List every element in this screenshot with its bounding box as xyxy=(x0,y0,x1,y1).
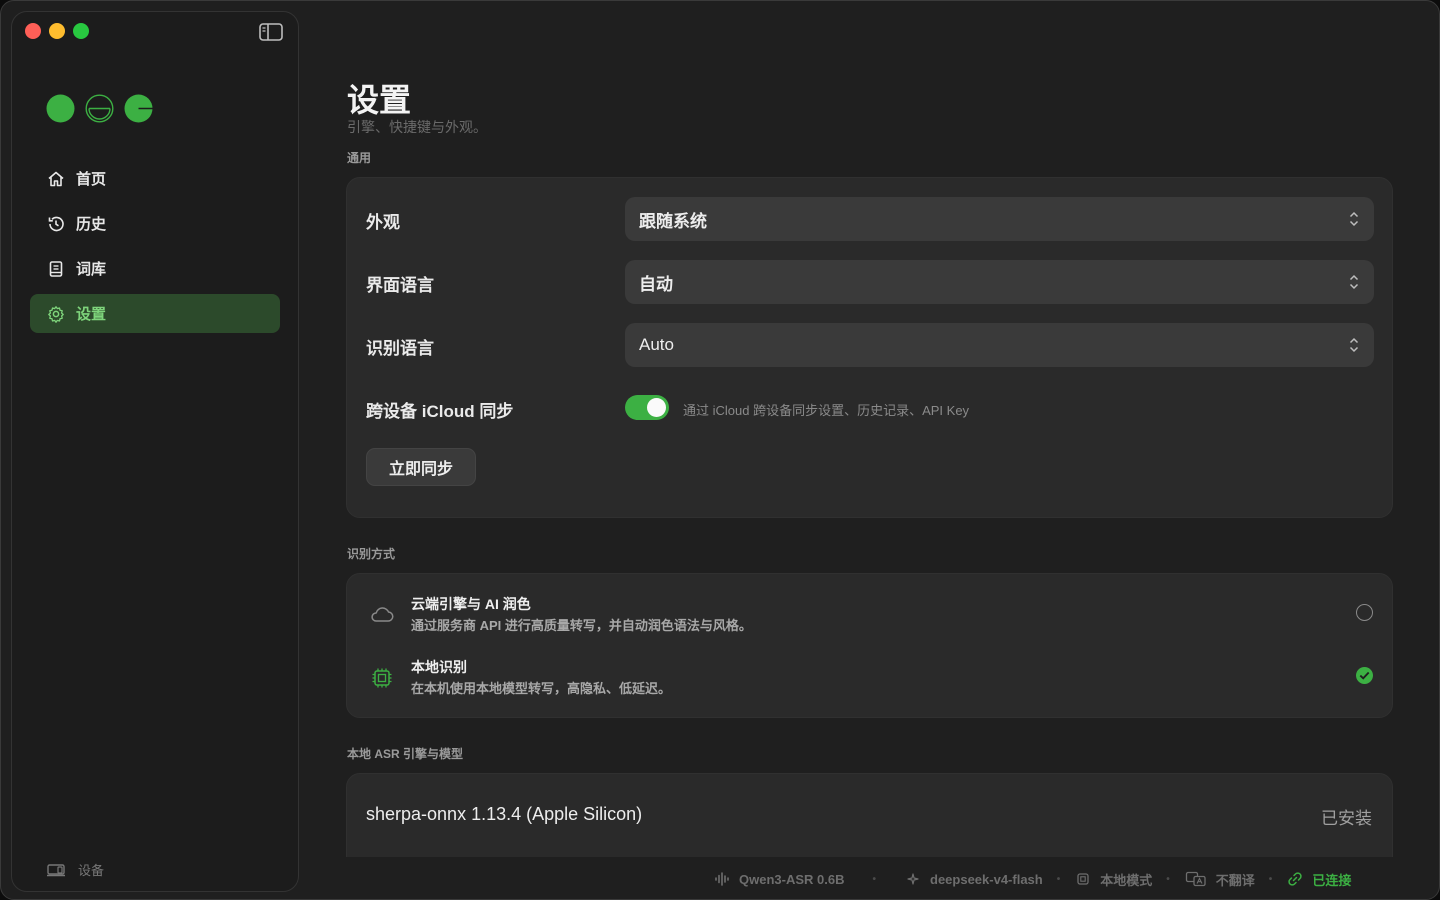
device-label: 设备 xyxy=(78,863,105,878)
device-button[interactable]: 设备 xyxy=(46,860,104,879)
sidebar-nav: 首页 历史 词库 设置 xyxy=(30,159,280,339)
chevron-up-down-icon xyxy=(1348,272,1360,292)
sidebar-item-history[interactable]: 历史 xyxy=(30,204,280,243)
radio-unselected[interactable] xyxy=(1356,604,1373,621)
radio-selected[interactable] xyxy=(1356,667,1373,684)
history-icon xyxy=(46,214,66,234)
logo-dot-full-icon xyxy=(46,94,75,123)
separator-dot: • xyxy=(1166,873,1170,885)
sidebar-item-settings[interactable]: 设置 xyxy=(30,294,280,333)
asr-model-label: Qwen3-ASR 0.6B xyxy=(739,871,845,887)
icloud-sync-description: 通过 iCloud 跨设备同步设置、历史记录、API Key xyxy=(683,403,970,418)
appearance-select[interactable]: 跟随系统 xyxy=(625,197,1374,241)
sidebar-item-label: 词库 xyxy=(76,261,107,278)
status-connection[interactable]: 已连接 xyxy=(1286,870,1351,889)
section-label-local-asr: 本地 ASR 引擎与模型 xyxy=(347,747,464,761)
appearance-value: 跟随系统 xyxy=(639,211,707,231)
section-label-general: 通用 xyxy=(347,151,372,165)
mode-option-local[interactable]: 本地识别 在本机使用本地模型转写，高隐私、低延迟。 xyxy=(347,647,1392,709)
recognition-language-label: 识别语言 xyxy=(366,339,434,358)
sidebar-item-home[interactable]: 首页 xyxy=(30,159,280,198)
icloud-sync-label: 跨设备 iCloud 同步 xyxy=(366,402,514,421)
chevron-up-down-icon xyxy=(1348,335,1360,355)
status-asr-model[interactable]: Qwen3-ASR 0.6B xyxy=(713,871,844,887)
waveform-icon xyxy=(713,871,731,887)
separator-dot: • xyxy=(872,873,876,885)
mode-description: 通过服务商 API 进行高质量转写，并自动润色语法与风格。 xyxy=(411,618,752,633)
mode-title: 本地识别 xyxy=(411,659,467,675)
home-icon xyxy=(46,169,66,189)
sidebar: 首页 历史 词库 设置 设备 xyxy=(11,11,299,892)
translate-icon xyxy=(1184,871,1208,887)
checkmark-icon xyxy=(1359,671,1370,680)
sidebar-item-dictionary[interactable]: 词库 xyxy=(30,249,280,288)
link-icon xyxy=(1286,871,1304,887)
mode-label: 本地模式 xyxy=(1100,872,1153,888)
section-label-recognition-mode: 识别方式 xyxy=(347,547,396,561)
gear-icon xyxy=(46,304,66,324)
mode-description: 在本机使用本地模型转写，高隐私、低延迟。 xyxy=(411,681,672,696)
mode-title: 云端引擎与 AI 润色 xyxy=(411,596,531,612)
asr-engine-status: 已安装 xyxy=(1321,809,1372,828)
separator-dot: • xyxy=(1268,873,1273,885)
general-settings-card: 外观 跟随系统 界面语言 自动 识别语言 Auto 跨设备 iCloud 同步 … xyxy=(346,177,1393,518)
logo-dot-line-icon xyxy=(85,94,114,123)
mode-option-cloud[interactable]: 云端引擎与 AI 润色 通过服务商 API 进行高质量转写，并自动润色语法与风格… xyxy=(347,584,1392,646)
page-title: 设置 xyxy=(347,82,412,118)
chip-icon xyxy=(1074,871,1092,887)
local-asr-card: sherpa-onnx 1.13.4 (Apple Silicon) 已安装 xyxy=(346,773,1393,857)
sparkle-icon xyxy=(904,871,922,887)
llm-model-label: deepseek-v4-flash xyxy=(930,871,1043,887)
recognition-mode-card: 云端引擎与 AI 润色 通过服务商 API 进行高质量转写，并自动润色语法与风格… xyxy=(346,573,1393,718)
icloud-sync-toggle[interactable] xyxy=(625,395,669,420)
status-mode[interactable]: 本地模式 xyxy=(1074,870,1152,889)
chip-icon xyxy=(369,667,395,689)
app-logo xyxy=(46,94,153,123)
cloud-icon xyxy=(369,604,395,626)
device-icon xyxy=(46,862,66,878)
ui-language-value: 自动 xyxy=(639,274,673,294)
recognition-language-value: Auto xyxy=(639,335,674,354)
chevron-up-down-icon xyxy=(1348,209,1360,229)
app-window: 首页 历史 词库 设置 设备 设置 引擎、快捷键与外观。 通用 外观 跟随系统 … xyxy=(0,0,1440,900)
ui-language-label: 界面语言 xyxy=(366,276,434,295)
window-controls xyxy=(25,23,89,39)
translation-label: 不翻译 xyxy=(1215,872,1255,888)
separator-dot: • xyxy=(1056,873,1061,885)
appearance-label: 外观 xyxy=(366,213,400,232)
sidebar-item-label: 历史 xyxy=(76,216,107,233)
sidebar-toggle-icon[interactable] xyxy=(258,22,284,42)
book-icon xyxy=(46,259,66,279)
logo-dot-half-icon xyxy=(124,94,153,123)
close-window-button[interactable] xyxy=(25,23,41,39)
settings-main: 设置 引擎、快捷键与外观。 通用 外观 跟随系统 界面语言 自动 识别语言 Au… xyxy=(346,1,1394,857)
sync-now-button[interactable]: 立即同步 xyxy=(366,448,476,486)
status-translation[interactable]: 不翻译 xyxy=(1184,870,1255,889)
minimize-window-button[interactable] xyxy=(49,23,65,39)
asr-engine-name: sherpa-onnx 1.13.4 (Apple Silicon) xyxy=(366,804,643,824)
recognition-language-select[interactable]: Auto xyxy=(625,323,1374,367)
status-bar: Qwen3-ASR 0.6B • deepseek-v4-flash • 本地模… xyxy=(713,867,1351,891)
ui-language-select[interactable]: 自动 xyxy=(625,260,1374,304)
zoom-window-button[interactable] xyxy=(73,23,89,39)
status-llm-model[interactable]: deepseek-v4-flash xyxy=(904,871,1043,887)
connection-label: 已连接 xyxy=(1312,872,1352,888)
sidebar-item-label: 首页 xyxy=(76,171,107,188)
sidebar-item-label: 设置 xyxy=(76,306,107,323)
page-subtitle: 引擎、快捷键与外观。 xyxy=(347,119,487,135)
